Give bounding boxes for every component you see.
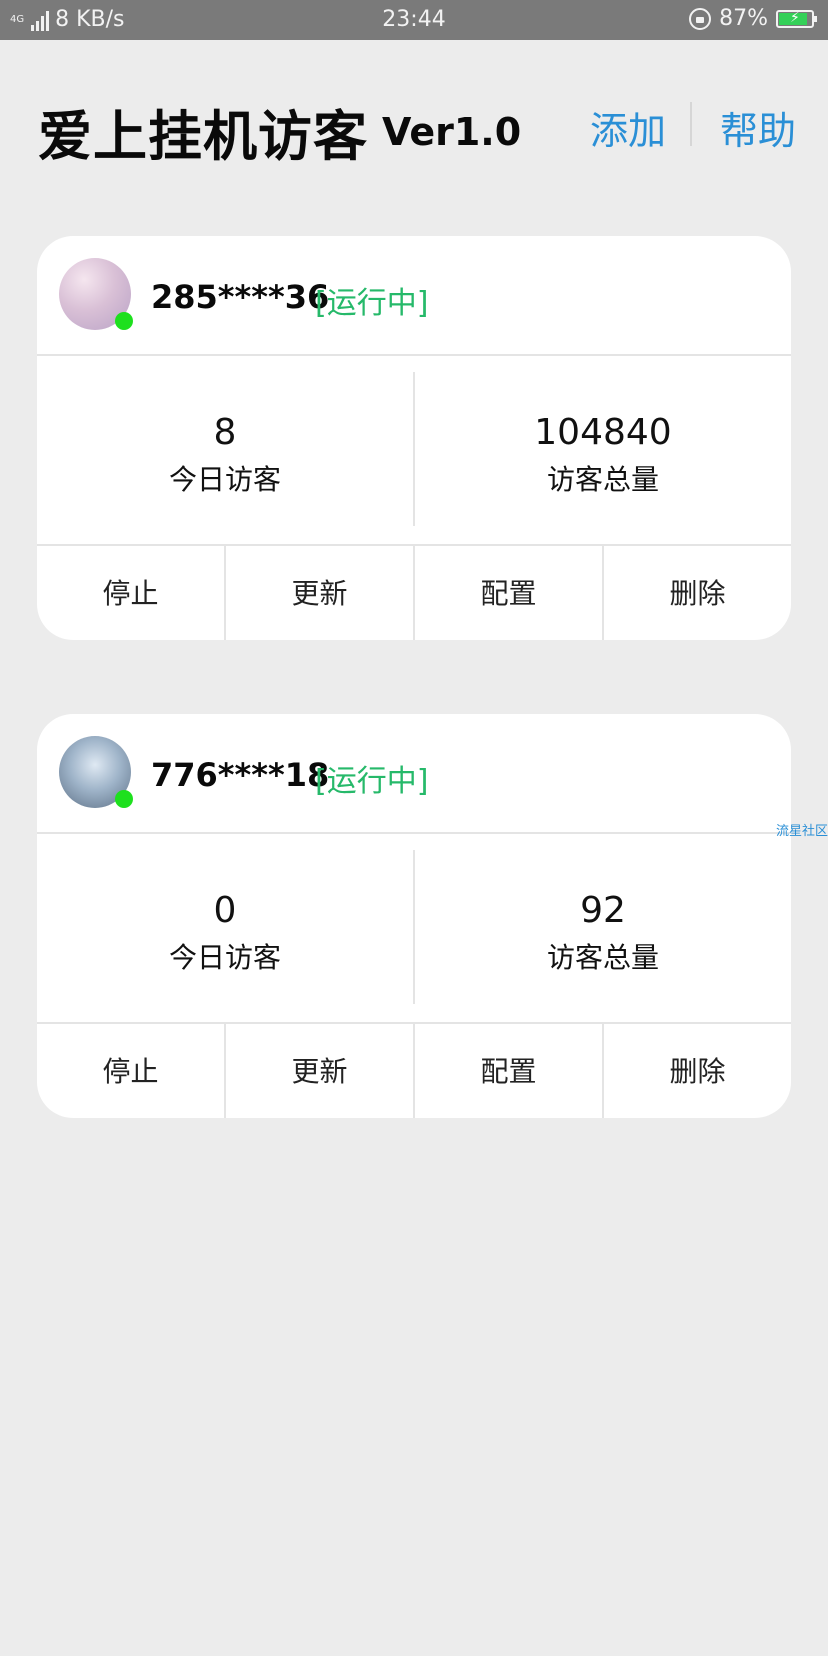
status-right: 87% ⚡	[689, 6, 817, 31]
card-actions: 停止 更新 配置 删除	[37, 544, 791, 640]
header-divider	[690, 102, 692, 146]
account-id: 776****18	[151, 756, 330, 794]
config-button[interactable]: 配置	[415, 546, 604, 640]
total-visitors-count: 92	[580, 890, 626, 931]
add-button[interactable]: 添加	[590, 100, 666, 155]
today-visitors-stat: 8 今日访客	[37, 354, 413, 544]
running-status: [运行中]	[315, 764, 429, 799]
total-visitors-stat: 92 访客总量	[415, 832, 791, 1022]
total-visitors-label: 访客总量	[546, 941, 659, 974]
today-visitors-label: 今日访客	[168, 463, 281, 496]
config-button[interactable]: 配置	[415, 1024, 604, 1118]
battery-percent: 87%	[719, 6, 768, 31]
delete-button[interactable]: 删除	[604, 546, 791, 640]
charging-icon: ⚡	[790, 9, 800, 26]
app-title: 爱上挂机访客	[38, 105, 368, 168]
account-card: 776****18 [运行中] 0 今日访客 92 访客总量 停止 更新 配置 …	[37, 714, 791, 1118]
card-header: 776****18 [运行中]	[37, 714, 791, 834]
online-status-dot	[115, 790, 133, 808]
total-visitors-label: 访客总量	[546, 463, 659, 496]
delete-button[interactable]: 删除	[604, 1024, 791, 1118]
total-visitors-count: 104840	[534, 412, 672, 453]
watermark: 流星社区	[776, 824, 828, 839]
total-visitors-stat: 104840 访客总量	[415, 354, 791, 544]
online-status-dot	[115, 312, 133, 330]
account-id: 285****36	[151, 278, 330, 316]
running-status: [运行中]	[315, 286, 429, 321]
card-actions: 停止 更新 配置 删除	[37, 1022, 791, 1118]
stop-button[interactable]: 停止	[37, 1024, 226, 1118]
update-button[interactable]: 更新	[226, 1024, 415, 1118]
update-button[interactable]: 更新	[226, 546, 415, 640]
today-visitors-stat: 0 今日访客	[37, 832, 413, 1022]
app-version: Ver1.0	[382, 110, 522, 154]
today-visitors-count: 8	[213, 412, 237, 453]
today-visitors-count: 0	[213, 890, 237, 931]
stop-button[interactable]: 停止	[37, 546, 226, 640]
today-visitors-label: 今日访客	[168, 941, 281, 974]
help-button[interactable]: 帮助	[720, 100, 796, 155]
rotation-lock-icon	[689, 7, 712, 30]
account-card: 285****36 [运行中] 8 今日访客 104840 访客总量 停止 更新…	[37, 236, 791, 640]
status-bar: 4G 8 KB/s 23:44 87% ⚡	[0, 0, 828, 40]
card-header: 285****36 [运行中]	[37, 236, 791, 356]
battery-icon: ⚡	[776, 9, 817, 28]
